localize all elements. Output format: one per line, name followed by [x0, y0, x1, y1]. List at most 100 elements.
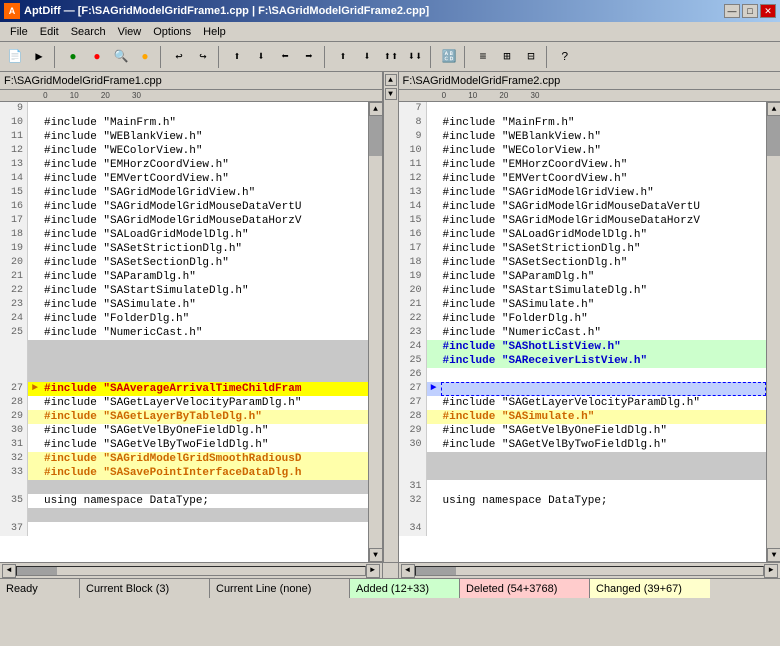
right-code-area[interactable]: 78#include "MainFrm.h"9#include "WEBlank… — [399, 102, 767, 562]
center-nav-up[interactable]: ▲ — [385, 74, 397, 86]
line-code: using namespace DataType; — [441, 494, 767, 508]
menu-help[interactable]: Help — [197, 24, 232, 40]
toolbar-btn-19[interactable]: ⊞ — [496, 46, 518, 68]
line-code — [42, 102, 368, 116]
line-code: #include "MainFrm.h" — [42, 116, 368, 130]
menu-search[interactable]: Search — [65, 24, 112, 40]
left-scroll-track[interactable] — [369, 116, 382, 548]
app-icon: A — [4, 3, 20, 19]
table-row: 27► — [399, 382, 767, 396]
left-hscroll-right[interactable]: ► — [366, 564, 380, 578]
line-code — [441, 382, 767, 396]
toolbar-btn-7[interactable]: ↩ — [168, 46, 190, 68]
left-hscroll-thumb — [17, 567, 57, 575]
table-row: 33#include "SASavePointInterfaceDataDlg.… — [0, 466, 368, 480]
menu-file[interactable]: File — [4, 24, 34, 40]
line-code — [441, 102, 767, 116]
toolbar-btn-1[interactable]: 📄 — [4, 46, 26, 68]
line-marker — [427, 228, 441, 242]
left-scroll-up[interactable]: ▲ — [369, 102, 382, 116]
table-row: 29#include "SAGetVelByOneFieldDlg.h" — [399, 424, 767, 438]
table-row: 23#include "SASimulate.h" — [0, 298, 368, 312]
table-row: 18#include "SALoadGridModelDlg.h" — [0, 228, 368, 242]
left-vscroll[interactable]: ▲ ▼ — [368, 102, 382, 562]
toolbar-btn-16[interactable]: ⬇⬇ — [404, 46, 426, 68]
minimize-button[interactable]: — — [724, 4, 740, 18]
left-scroll-down[interactable]: ▼ — [369, 548, 382, 562]
menu-edit[interactable]: Edit — [34, 24, 65, 40]
line-code: #include "SAGetVelByTwoFieldDlg.h" — [42, 438, 368, 452]
line-marker: ► — [427, 382, 441, 396]
line-number: 16 — [0, 200, 28, 214]
line-marker — [28, 116, 42, 130]
close-button[interactable]: ✕ — [760, 4, 776, 18]
line-number: 18 — [0, 228, 28, 242]
toolbar-btn-2[interactable]: ▶ — [28, 46, 50, 68]
line-marker — [28, 396, 42, 410]
toolbar-btn-9[interactable]: ⬆ — [226, 46, 248, 68]
line-number: 10 — [0, 116, 28, 130]
line-marker — [427, 186, 441, 200]
toolbar-btn-14[interactable]: ⬇ — [356, 46, 378, 68]
toolbar-btn-15[interactable]: ⬆⬆ — [380, 46, 402, 68]
left-hscroll-left[interactable]: ◄ — [2, 564, 16, 578]
menu-view[interactable]: View — [112, 24, 148, 40]
menu-options[interactable]: Options — [147, 24, 197, 40]
line-marker — [427, 410, 441, 424]
line-number: 17 — [399, 242, 427, 256]
toolbar-btn-10[interactable]: ⬇ — [250, 46, 272, 68]
line-marker — [28, 466, 42, 480]
table-row: 9#include "WEBlankView.h" — [399, 130, 767, 144]
toolbar-btn-6[interactable]: ● — [134, 46, 156, 68]
line-marker — [28, 200, 42, 214]
line-number: 18 — [399, 256, 427, 270]
line-number: 15 — [0, 186, 28, 200]
table-row: 29#include "SAGetLayerByTableDlg.h" — [0, 410, 368, 424]
center-nav-down[interactable]: ▼ — [385, 88, 397, 100]
toolbar-btn-5[interactable]: 🔍 — [110, 46, 132, 68]
line-number: 16 — [399, 228, 427, 242]
toolbar-btn-13[interactable]: ⬆ — [332, 46, 354, 68]
line-code: #include "WEColorView.h" — [42, 144, 368, 158]
toolbar-btn-3[interactable]: ● — [62, 46, 84, 68]
table-row: 11#include "EMHorzCoordView.h" — [399, 158, 767, 172]
maximize-button[interactable]: □ — [742, 4, 758, 18]
right-hscroll-track[interactable] — [415, 566, 765, 576]
line-marker — [28, 242, 42, 256]
right-hscroll-left[interactable]: ◄ — [401, 564, 415, 578]
right-vscroll[interactable]: ▲ ▼ — [766, 102, 780, 562]
line-marker — [427, 214, 441, 228]
line-marker — [28, 438, 42, 452]
toolbar-btn-17[interactable]: 🔠 — [438, 46, 460, 68]
toolbar-btn-11[interactable]: ⬅ — [274, 46, 296, 68]
line-number: 9 — [399, 130, 427, 144]
line-code: #include "EMHorzCoordView.h" — [42, 158, 368, 172]
left-code-area[interactable]: 910#include "MainFrm.h"11#include "WEBla… — [0, 102, 368, 562]
line-number: 29 — [399, 424, 427, 438]
right-scroll-track[interactable] — [767, 116, 780, 548]
line-code: #include "SASimulate.h" — [441, 298, 767, 312]
line-marker — [427, 368, 441, 382]
table-row: 31#include "SAGetVelByTwoFieldDlg.h" — [0, 438, 368, 452]
toolbar-btn-18[interactable]: ≡ — [472, 46, 494, 68]
toolbar-btn-20[interactable]: ⊟ — [520, 46, 542, 68]
line-number: 23 — [0, 298, 28, 312]
line-code: #include "WEBlankView.h" — [42, 130, 368, 144]
right-hscroll-right[interactable]: ► — [764, 564, 778, 578]
toolbar-btn-8[interactable]: ↪ — [192, 46, 214, 68]
right-scroll-up[interactable]: ▲ — [767, 102, 780, 116]
table-row: 30#include "SAGetVelByOneFieldDlg.h" — [0, 424, 368, 438]
line-code: #include "NumericCast.h" — [441, 326, 767, 340]
line-code — [441, 368, 767, 382]
table-row: 28#include "SASimulate.h" — [399, 410, 767, 424]
line-code — [441, 522, 767, 536]
line-marker — [427, 438, 441, 452]
toolbar-btn-help[interactable]: ? — [554, 46, 576, 68]
left-hscroll[interactable]: ◄ ► — [0, 563, 383, 578]
line-number: 27 — [399, 396, 427, 410]
toolbar-btn-4[interactable]: ● — [86, 46, 108, 68]
toolbar-btn-12[interactable]: ➡ — [298, 46, 320, 68]
left-hscroll-track[interactable] — [16, 566, 366, 576]
right-scroll-down[interactable]: ▼ — [767, 548, 780, 562]
right-hscroll[interactable]: ◄ ► — [399, 563, 780, 578]
